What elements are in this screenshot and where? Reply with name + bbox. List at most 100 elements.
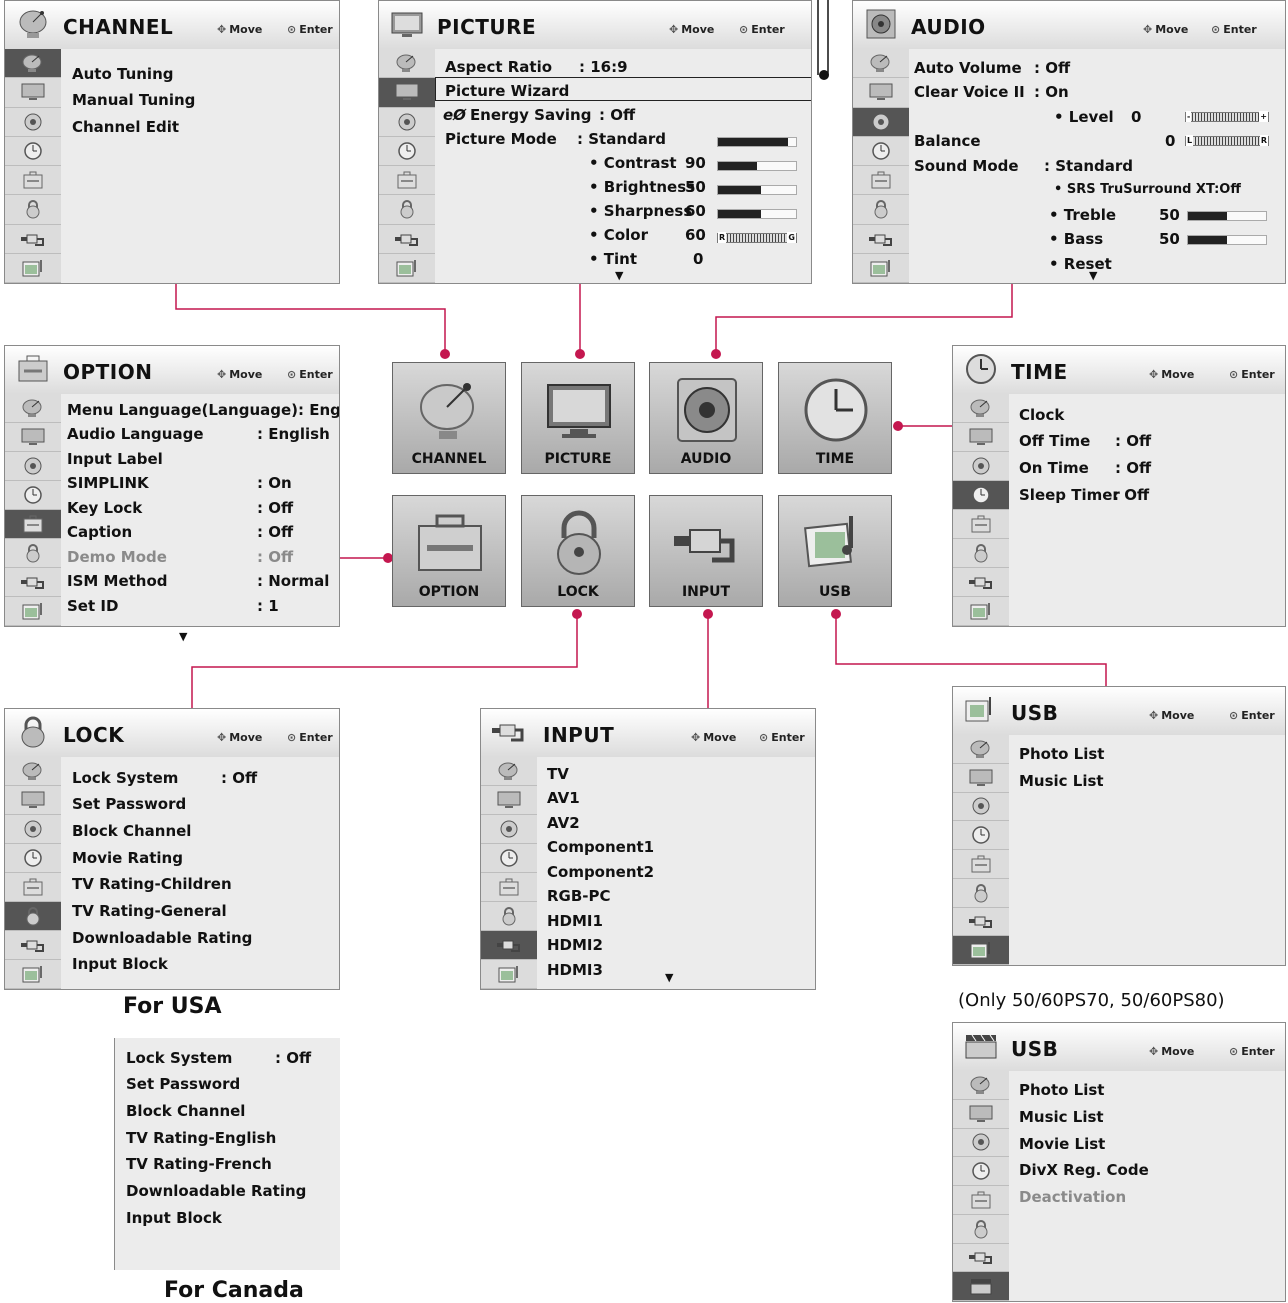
sidebar-plug-icon[interactable]: [5, 225, 61, 254]
set-password-item[interactable]: Set Password: [72, 795, 186, 813]
simplink-item[interactable]: SIMPLINK: [67, 474, 149, 492]
color-balance-scale[interactable]: RG: [717, 232, 797, 243]
input-item[interactable]: TV: [547, 765, 569, 783]
clock-item[interactable]: Clock: [1019, 406, 1064, 424]
sidebar-monitor-icon[interactable]: [853, 78, 909, 108]
sidebar-toolbox-icon[interactable]: [853, 166, 909, 196]
sidebar-lock-icon[interactable]: [5, 902, 61, 931]
clear-voice-label[interactable]: Clear Voice II: [914, 83, 1025, 101]
scroll-down-arrow-icon[interactable]: ▼: [1089, 269, 1097, 282]
sidebar-clock-icon[interactable]: [5, 137, 61, 166]
sidebar-lock-icon[interactable]: [953, 879, 1009, 908]
sidebar-monitor-icon[interactable]: [5, 423, 61, 452]
tv-rating-english-item[interactable]: TV Rating-English: [126, 1129, 276, 1147]
sound-mode-label[interactable]: Sound Mode: [914, 157, 1019, 175]
input-item[interactable]: Component2: [547, 863, 654, 881]
input-item[interactable]: Component1: [547, 838, 654, 856]
energy-saving-row[interactable]: eØ Energy Saving: [443, 106, 591, 124]
sidebar-plug-icon[interactable]: [953, 908, 1009, 937]
contrast-label[interactable]: • Contrast: [589, 154, 677, 172]
sidebar-satellite-icon[interactable]: [953, 394, 1009, 423]
input-block-item[interactable]: Input Block: [126, 1209, 222, 1227]
sidebar-speaker-icon[interactable]: [481, 815, 537, 844]
sidebar-monitor-icon[interactable]: [953, 1100, 1009, 1129]
sidebar-speaker-icon[interactable]: [953, 1129, 1009, 1158]
sidebar-speaker-icon[interactable]: [5, 108, 61, 137]
downloadable-rating-item[interactable]: Downloadable Rating: [126, 1182, 306, 1200]
tile-option[interactable]: OPTION: [392, 495, 506, 607]
sidebar-clock-icon[interactable]: [953, 821, 1009, 850]
sidebar-monitor-icon[interactable]: [5, 786, 61, 815]
sidebar-photo-icon[interactable]: [379, 254, 435, 283]
sidebar-monitor-icon[interactable]: [379, 78, 435, 108]
sidebar-speaker-icon[interactable]: [5, 452, 61, 481]
sidebar-photo-icon[interactable]: [5, 597, 61, 626]
sidebar-speaker-icon[interactable]: [953, 452, 1009, 481]
photo-list-item[interactable]: Photo List: [1019, 1081, 1104, 1099]
downloadable-rating-item[interactable]: Downloadable Rating: [72, 929, 252, 947]
balance-label[interactable]: Balance: [914, 132, 981, 150]
input-item[interactable]: HDMI2: [547, 936, 603, 954]
tile-input[interactable]: INPUT: [649, 495, 763, 607]
reset-item[interactable]: • Reset: [1049, 255, 1112, 273]
sidebar-satellite-icon[interactable]: [5, 394, 61, 423]
sidebar-clock-icon[interactable]: [853, 137, 909, 166]
sidebar-clock-icon[interactable]: [953, 481, 1009, 510]
movie-list-item[interactable]: Movie List: [1019, 1135, 1105, 1153]
scroll-down-arrow-icon[interactable]: ▼: [615, 269, 623, 282]
sidebar-satellite-icon[interactable]: [953, 735, 1009, 764]
sidebar-photo-icon[interactable]: [481, 960, 537, 989]
sidebar-lock-icon[interactable]: [953, 539, 1009, 568]
key-lock-item[interactable]: Key Lock: [67, 499, 142, 517]
sidebar-lock-icon[interactable]: [953, 1215, 1009, 1244]
tile-audio[interactable]: AUDIO: [649, 362, 763, 474]
treble-bar[interactable]: [1187, 211, 1267, 221]
sidebar-clock-icon[interactable]: [5, 481, 61, 510]
picture-mode-label[interactable]: Picture Mode: [445, 130, 557, 148]
sidebar-plug-icon[interactable]: [5, 931, 61, 960]
caption-item[interactable]: Caption: [67, 523, 132, 541]
tile-usb[interactable]: USB: [778, 495, 892, 607]
lock-system-item[interactable]: Lock System: [72, 769, 178, 787]
brightness-label[interactable]: • Brightness: [589, 178, 695, 196]
photo-list-item[interactable]: Photo List: [1019, 745, 1104, 763]
tile-channel[interactable]: CHANNEL: [392, 362, 506, 474]
block-channel-item[interactable]: Block Channel: [126, 1102, 245, 1120]
input-item[interactable]: AV1: [547, 789, 580, 807]
sidebar-plug-icon[interactable]: [953, 1244, 1009, 1273]
sidebar-clock-icon[interactable]: [379, 137, 435, 166]
sidebar-lock-icon[interactable]: [481, 902, 537, 931]
sidebar-monitor-icon[interactable]: [953, 764, 1009, 793]
input-item[interactable]: HDMI1: [547, 912, 603, 930]
sidebar-lock-icon[interactable]: [5, 539, 61, 568]
lock-system-item[interactable]: Lock System: [126, 1049, 232, 1067]
sidebar-satellite-icon[interactable]: [5, 49, 61, 79]
divx-reg-code-item[interactable]: DivX Reg. Code: [1019, 1161, 1149, 1179]
treble-label[interactable]: • Treble: [1049, 206, 1116, 224]
tile-time[interactable]: TIME: [778, 362, 892, 474]
sidebar-photo-icon[interactable]: [5, 254, 61, 283]
sidebar-plug-icon[interactable]: [5, 568, 61, 597]
sidebar-monitor-icon[interactable]: [481, 786, 537, 815]
sidebar-clock-icon[interactable]: [5, 844, 61, 873]
sidebar-lock-icon[interactable]: [379, 195, 435, 225]
tint-label[interactable]: • Tint: [589, 250, 637, 268]
sharpness-label[interactable]: • Sharpness: [589, 202, 692, 220]
sidebar-speaker-icon[interactable]: [853, 107, 909, 137]
sidebar-toolbox-icon[interactable]: [379, 166, 435, 196]
picture-wizard-item[interactable]: Picture Wizard: [445, 82, 569, 100]
sidebar-toolbox-icon[interactable]: [481, 873, 537, 902]
level-label[interactable]: • Level: [1054, 108, 1114, 126]
sidebar-monitor-icon[interactable]: [5, 78, 61, 108]
off-time-item[interactable]: Off Time: [1019, 432, 1090, 450]
sidebar-lock-icon[interactable]: [853, 195, 909, 225]
music-list-item[interactable]: Music List: [1019, 1108, 1104, 1126]
menu-item[interactable]: Channel Edit: [72, 118, 179, 136]
tile-picture[interactable]: PICTURE: [521, 362, 635, 474]
menu-item[interactable]: Auto Tuning: [72, 65, 173, 83]
sidebar-toolbox-icon[interactable]: [5, 873, 61, 902]
sidebar-speaker-icon[interactable]: [953, 793, 1009, 822]
tv-rating-general-item[interactable]: TV Rating-General: [72, 902, 227, 920]
bass-bar[interactable]: [1187, 235, 1267, 245]
sidebar-speaker-icon[interactable]: [5, 815, 61, 844]
